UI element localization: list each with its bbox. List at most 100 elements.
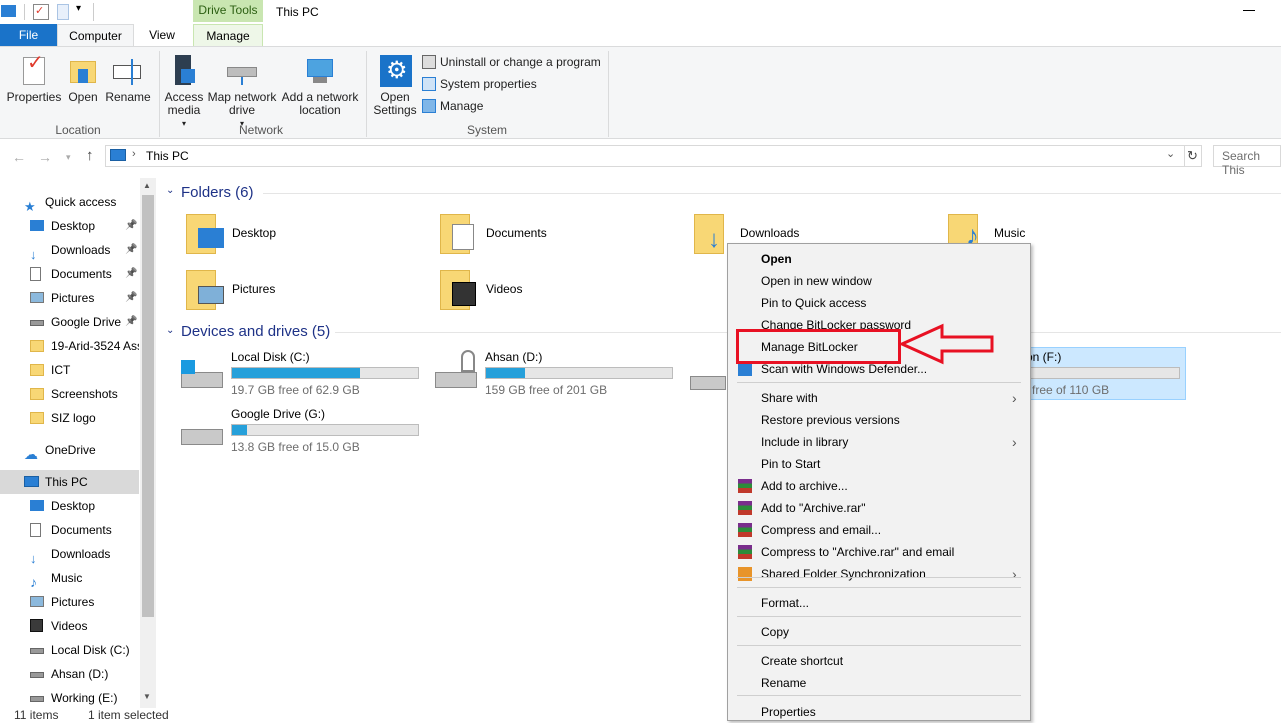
manage-button[interactable]: Manage bbox=[422, 97, 483, 115]
context-menu-item[interactable]: Properties bbox=[761, 701, 816, 723]
sidebar-item[interactable]: ↓ Downloads bbox=[0, 542, 139, 566]
context-menu-item[interactable]: Pin to Quick access bbox=[761, 292, 866, 314]
sidebar-item[interactable]: Desktop bbox=[0, 494, 139, 518]
sidebar-item[interactable]: Documents bbox=[0, 518, 139, 542]
sidebar-item[interactable]: ☁ OneDrive bbox=[0, 438, 139, 462]
computer-management-icon bbox=[422, 99, 436, 113]
rename-button[interactable]: Rename bbox=[104, 55, 152, 104]
sidebar-item[interactable]: Screenshots bbox=[0, 382, 139, 406]
context-menu-item[interactable]: Format... bbox=[761, 592, 809, 614]
ribbon-divider bbox=[366, 51, 367, 137]
sidebar-item[interactable]: ICT bbox=[0, 358, 139, 382]
minimize-button[interactable] bbox=[1243, 10, 1255, 11]
refresh-icon[interactable]: ↻ bbox=[1187, 148, 1198, 164]
map-network-drive-button[interactable]: Map network drive ▾ bbox=[206, 55, 278, 130]
folders-header[interactable]: Folders (6) bbox=[181, 184, 254, 201]
sidebar-item[interactable]: Local Disk (C:) bbox=[0, 638, 139, 662]
add-network-location-button[interactable]: Add a network location bbox=[280, 55, 360, 117]
context-menu-item[interactable]: Rename bbox=[761, 672, 806, 694]
menu-separator bbox=[737, 645, 1021, 646]
uninstall-program-button[interactable]: Uninstall or change a program bbox=[422, 53, 601, 71]
capacity-bar bbox=[231, 367, 419, 379]
tab-computer[interactable]: Computer bbox=[57, 24, 134, 46]
context-menu-item[interactable]: Include in library bbox=[761, 431, 848, 453]
drive-label: on (F:) bbox=[1026, 350, 1062, 364]
collapse-chevron-icon[interactable]: ⌄ bbox=[166, 185, 174, 196]
sidebar-item[interactable]: ★ Quick access bbox=[0, 190, 139, 214]
drive-icon[interactable] bbox=[690, 372, 726, 392]
context-menu-item[interactable]: Shared Folder Synchronization bbox=[761, 563, 926, 585]
sidebar-item[interactable]: Working (E:) bbox=[0, 686, 139, 710]
access-media-button[interactable]: Access media ▾ bbox=[162, 55, 206, 130]
new-folder-icon[interactable] bbox=[57, 4, 69, 20]
folder-tile[interactable]: Pictures bbox=[186, 268, 436, 318]
sidebar-item[interactable]: Pictures 📌 bbox=[0, 286, 139, 310]
group-system-label: System bbox=[466, 123, 507, 137]
sidebar-item[interactable]: ↓ Downloads 📌 bbox=[0, 238, 139, 262]
context-menu-item[interactable]: Create shortcut bbox=[761, 650, 843, 672]
context-menu-item[interactable]: Pin to Start bbox=[761, 453, 820, 475]
back-button[interactable]: ← bbox=[12, 149, 26, 165]
sidebar-item-label: This PC bbox=[45, 475, 88, 489]
open-button[interactable]: Open bbox=[64, 55, 102, 104]
sidebar-item[interactable]: 19-Arid-3524 Ass bbox=[0, 334, 139, 358]
scroll-up-icon[interactable]: ▲ bbox=[143, 181, 151, 190]
drive-tile[interactable]: Local Disk (C:) 19.7 GB free of 62.9 GB bbox=[181, 350, 431, 400]
folder-tile[interactable]: Documents bbox=[440, 212, 690, 262]
scroll-down-icon[interactable]: ▼ bbox=[143, 692, 151, 701]
context-menu-item[interactable]: Compress and email... bbox=[761, 519, 881, 541]
address-bar[interactable]: › This PC ⌄ ↻ bbox=[105, 145, 1202, 167]
search-input[interactable]: Search This bbox=[1213, 145, 1281, 177]
open-settings-button[interactable]: ⚙ Open Settings bbox=[370, 55, 420, 117]
folder-tile[interactable]: Desktop bbox=[186, 212, 436, 262]
up-button[interactable]: ↑ bbox=[86, 147, 94, 164]
winrar-icon bbox=[738, 523, 752, 537]
context-menu-item[interactable]: Copy bbox=[761, 621, 789, 643]
drives-header[interactable]: Devices and drives (5) bbox=[181, 323, 330, 340]
sidebar-item-label: Downloads bbox=[51, 547, 111, 561]
sidebar-item[interactable]: ♪ Music bbox=[0, 566, 139, 590]
context-menu-item[interactable]: Add to archive... bbox=[761, 475, 848, 497]
sidebar-item[interactable]: Videos bbox=[0, 614, 139, 638]
computer-icon[interactable] bbox=[1, 5, 16, 17]
tab-view[interactable]: View bbox=[134, 24, 190, 46]
scrollbar-thumb[interactable] bbox=[142, 195, 154, 617]
context-menu-item[interactable]: Compress to "Archive.rar" and email bbox=[761, 541, 954, 563]
context-menu-item[interactable]: Restore previous versions bbox=[761, 409, 900, 431]
breadcrumb[interactable]: This PC bbox=[146, 149, 189, 163]
sidebar-item[interactable]: Documents 📌 bbox=[0, 262, 139, 286]
tab-file[interactable]: File bbox=[0, 24, 57, 46]
context-menu-item[interactable]: Open in new window bbox=[761, 270, 872, 292]
forward-button[interactable]: → bbox=[38, 149, 52, 165]
media-server-icon bbox=[169, 55, 199, 87]
capacity-bar bbox=[1024, 367, 1180, 379]
collapse-chevron-icon[interactable]: ⌄ bbox=[166, 325, 174, 336]
address-dropdown-icon[interactable]: ⌄ bbox=[1166, 147, 1175, 160]
item-count: 11 items bbox=[14, 708, 59, 722]
properties-check-icon[interactable]: ✓ bbox=[33, 4, 49, 20]
folder-tile[interactable]: Videos bbox=[440, 268, 690, 318]
sidebar-item[interactable]: Google Drive 📌 bbox=[0, 310, 139, 334]
tab-manage[interactable]: Manage bbox=[193, 24, 263, 46]
window-title: This PC bbox=[276, 5, 319, 19]
drive-icon bbox=[181, 407, 225, 447]
toolbar-divider bbox=[24, 4, 25, 20]
drive-label: Local Disk (C:) bbox=[231, 350, 310, 364]
sidebar-item[interactable]: SIZ logo bbox=[0, 406, 139, 430]
drive-tile[interactable]: Ahsan (D:) 159 GB free of 201 GB bbox=[435, 350, 685, 400]
sidebar-item[interactable]: Ahsan (D:) bbox=[0, 662, 139, 686]
context-menu: Open Open in new window Pin to Quick acces… bbox=[727, 243, 1031, 721]
properties-button[interactable]: ✓ Properties bbox=[6, 53, 62, 104]
sidebar-item[interactable]: Desktop 📌 bbox=[0, 214, 139, 238]
sidebar-item[interactable]: This PC bbox=[0, 470, 139, 494]
context-menu-item[interactable]: Add to "Archive.rar" bbox=[761, 497, 866, 519]
system-properties-button[interactable]: System properties bbox=[422, 75, 537, 93]
context-menu-item[interactable]: Open bbox=[761, 248, 792, 270]
drive-tile[interactable]: Google Drive (G:) 13.8 GB free of 15.0 GB bbox=[181, 407, 431, 457]
capacity-bar bbox=[231, 424, 419, 436]
sidebar-item[interactable]: Pictures bbox=[0, 590, 139, 614]
open-folder-icon bbox=[68, 55, 98, 87]
recent-locations-icon[interactable]: ▾ bbox=[66, 152, 71, 163]
context-menu-item[interactable]: Share with bbox=[761, 387, 818, 409]
customize-quick-access-icon[interactable]: ▾ bbox=[76, 3, 81, 14]
